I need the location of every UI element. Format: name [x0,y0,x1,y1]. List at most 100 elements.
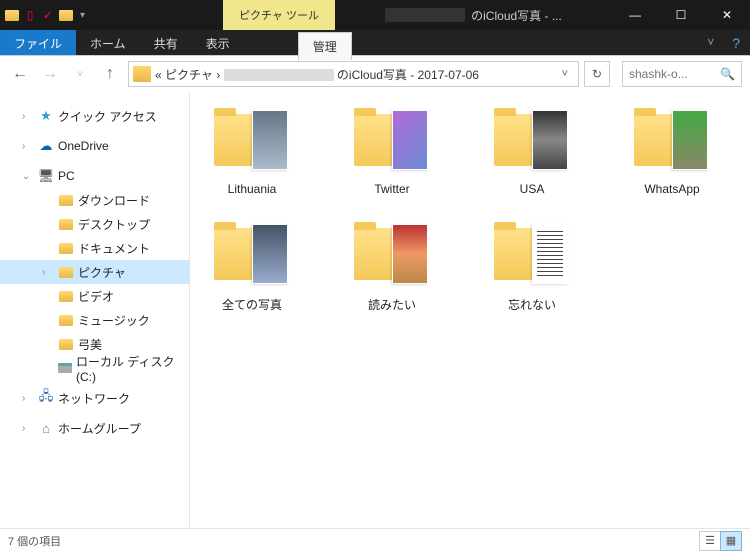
tab-share[interactable]: 共有 [140,30,192,55]
tree-label: ドキュメント [78,240,150,257]
folder-icon [58,192,74,208]
cloud-icon: ☁ [38,138,54,154]
view-icons-button[interactable]: ▦ [720,531,742,551]
help-icon[interactable]: ? [722,30,750,55]
folder-thumbnail [354,224,430,292]
folder-icon [58,336,74,352]
folder-icon [58,288,74,304]
folder-item[interactable]: 全ての写真 [202,224,302,313]
chevron-icon[interactable]: › [22,423,34,434]
folder-item[interactable]: Lithuania [202,110,302,196]
folder-icon [58,312,74,328]
tab-manage[interactable]: 管理 [298,32,352,60]
folder-icon [58,264,74,280]
tree-label: ビデオ [78,288,114,305]
tree-local-disk[interactable]: ローカル ディスク (C:) [0,356,189,380]
tree-label: ミュージック [78,312,150,329]
search-icon[interactable]: 🔍 [720,67,735,81]
folder-item[interactable]: USA [482,110,582,196]
refresh-button[interactable]: ↻ [584,61,610,87]
homegroup-icon: ⌂ [38,420,54,436]
address-dropdown-icon[interactable]: ˅ [556,68,574,80]
tree-label: ネットワーク [58,390,130,407]
folder-thumbnail [214,110,290,178]
contextual-tab-label: ピクチャ ツール [223,0,335,30]
tree-label: PC [58,169,75,183]
ribbon-tabs: ファイル ホーム 共有 表示 管理 ˅ ? [0,30,750,56]
chevron-icon[interactable]: › [22,141,34,152]
tree-music[interactable]: ミュージック [0,308,189,332]
chevron-icon[interactable]: › [22,111,34,122]
qat-dropdown-icon[interactable]: ▾ [76,10,89,21]
folder-thumbnail [354,110,430,178]
tree-downloads[interactable]: ダウンロード [0,188,189,212]
folder-icon [4,7,20,23]
folder-grid: Lithuania Twitter USA WhatsApp 全ての写真 読みたい忘れない [202,110,738,313]
tree-network[interactable]: › 🖧 ネットワーク [0,386,189,410]
folder-thumbnail [634,110,710,178]
tree-label: クイック アクセス [58,108,157,125]
folder-item[interactable]: WhatsApp [622,110,722,196]
tree-label: デスクトップ [78,216,150,233]
tree-homegroup[interactable]: › ⌂ ホームグループ [0,416,189,440]
tab-file[interactable]: ファイル [0,30,76,55]
back-button[interactable]: ← [8,62,32,86]
search-input[interactable] [629,67,720,81]
folder-item[interactable]: 読みたい [342,224,442,313]
folder-icon [58,216,74,232]
search-box[interactable]: 🔍 [622,61,742,87]
qat-newfolder-icon[interactable] [58,7,74,23]
tree-label: ダウンロード [78,192,150,209]
folder-label: 全ての写真 [222,296,282,313]
folder-label: USA [520,182,545,196]
tree-desktop[interactable]: デスクトップ [0,212,189,236]
tree-label: ローカル ディスク (C:) [76,353,189,384]
navigation-tree: › ★ クイック アクセス › ☁ OneDrive ⌄ 🖥 PC ダウンロード… [0,92,190,528]
view-details-button[interactable]: ☰ [699,531,721,551]
chevron-down-icon[interactable]: ⌄ [22,171,34,182]
window-title: のiCloud写真 - ... [335,0,612,30]
tree-label: ホームグループ [58,420,141,437]
tree-quick-access[interactable]: › ★ クイック アクセス [0,104,189,128]
folder-icon [58,240,74,256]
tree-onedrive[interactable]: › ☁ OneDrive [0,134,189,158]
maximize-button[interactable]: ☐ [658,0,704,30]
status-bar: 7 個の項目 ☰ ▦ [0,528,750,552]
navigation-row: ← → ˅ ↑ « ピクチャ › のiCloud写真 - 2017-07-06 … [0,56,750,92]
tree-videos[interactable]: ビデオ [0,284,189,308]
address-path: « ピクチャ › のiCloud写真 - 2017-07-06 [155,66,556,83]
tab-view[interactable]: 表示 [192,30,244,55]
tree-documents[interactable]: ドキュメント [0,236,189,260]
folder-item[interactable]: 忘れない [482,224,582,313]
tree-pc[interactable]: ⌄ 🖥 PC [0,164,189,188]
ribbon-collapse-icon[interactable]: ˅ [699,30,722,55]
forward-button[interactable]: → [38,62,62,86]
folder-label: 忘れない [508,296,556,313]
chevron-icon[interactable]: › [42,267,54,278]
qat-properties-icon[interactable]: ▯ [22,7,38,23]
disk-icon [57,360,72,376]
item-count: 7 個の項目 [8,533,61,549]
network-icon: 🖧 [38,390,54,406]
tree-label: OneDrive [58,139,109,153]
close-button[interactable]: ✕ [704,0,750,30]
tab-home[interactable]: ホーム [76,30,140,55]
title-bar: ▯ ✓ ▾ ピクチャ ツール のiCloud写真 - ... — ☐ ✕ [0,0,750,30]
chevron-icon[interactable]: › [22,393,34,404]
folder-label: WhatsApp [644,182,699,196]
folder-thumbnail [494,224,570,292]
tree-label: 弓美 [78,336,102,353]
pc-icon: 🖥 [38,168,54,184]
folder-item[interactable]: Twitter [342,110,442,196]
up-button[interactable]: ↑ [98,62,122,86]
tree-label: ピクチャ [78,264,126,281]
folder-label: Twitter [374,182,409,196]
address-bar[interactable]: « ピクチャ › のiCloud写真 - 2017-07-06 ˅ [128,61,579,87]
qat-check-icon[interactable]: ✓ [40,7,56,23]
star-icon: ★ [38,108,54,124]
folder-content[interactable]: Lithuania Twitter USA WhatsApp 全ての写真 読みたい忘れない [190,92,750,528]
tree-pictures[interactable]: › ピクチャ [0,260,189,284]
minimize-button[interactable]: — [612,0,658,30]
recent-dropdown-icon[interactable]: ˅ [68,62,92,86]
folder-thumbnail [214,224,290,292]
